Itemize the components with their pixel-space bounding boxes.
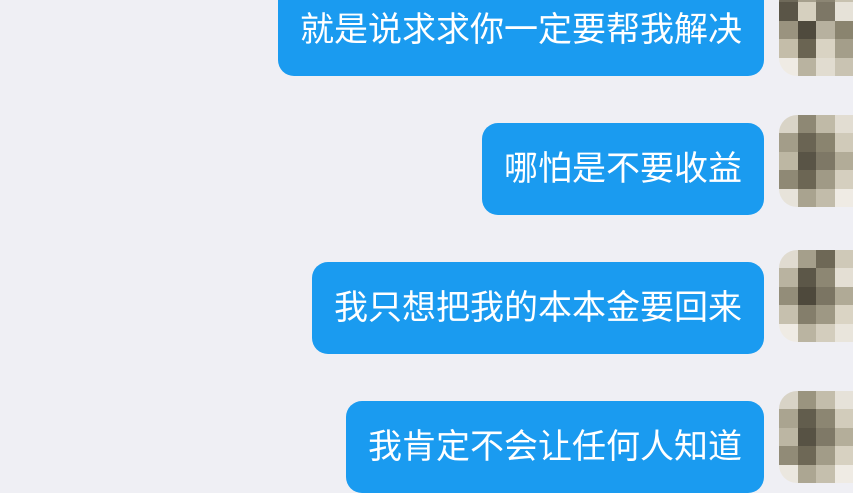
message-text: 我只想把我的本本金要回来 [334,288,742,328]
message-bubble[interactable]: 我肯定不会让任何人知道 [346,401,764,493]
chat-thread: 就是说求求你一定要帮我解决 哪怕是不要收益 我只想把我的本本金要回来 我肯定不会… [0,0,853,493]
message-bubble[interactable]: 就是说求求你一定要帮我解决 [278,0,764,76]
avatar-icon[interactable] [779,391,853,483]
avatar-icon[interactable] [779,115,853,207]
message-bubble[interactable]: 哪怕是不要收益 [482,123,764,215]
avatar-icon[interactable] [779,250,853,342]
message-text: 就是说求求你一定要帮我解决 [300,10,742,50]
message-bubble[interactable]: 我只想把我的本本金要回来 [312,262,764,354]
message-text: 哪怕是不要收益 [504,149,742,189]
message-text: 我肯定不会让任何人知道 [368,427,742,467]
avatar-icon[interactable] [779,0,853,76]
